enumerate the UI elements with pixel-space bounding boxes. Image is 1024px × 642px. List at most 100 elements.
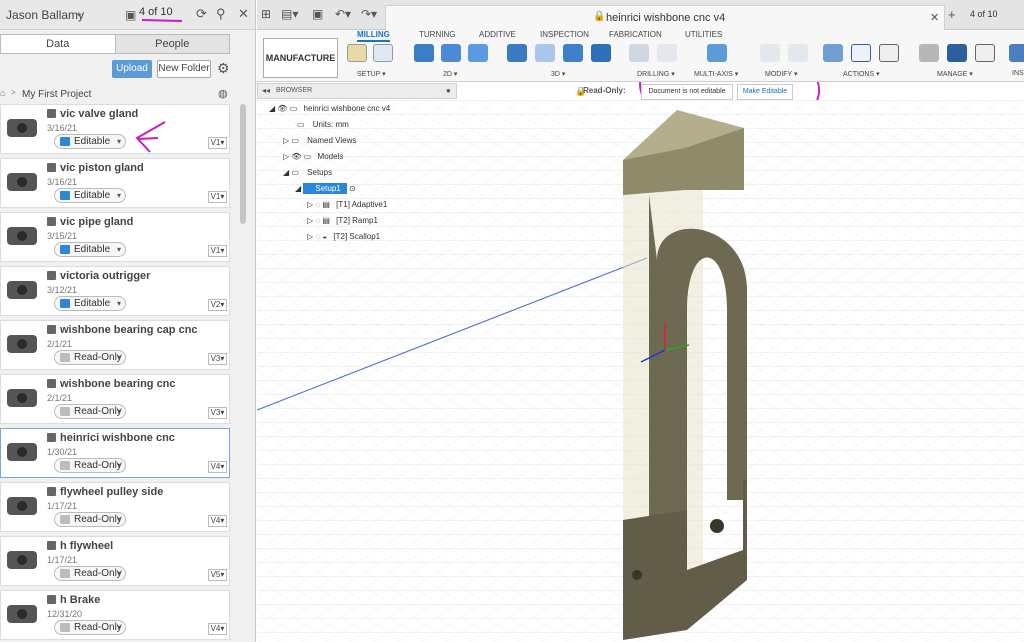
status-badge[interactable]: Read-Only ▾ xyxy=(54,512,126,527)
file-card[interactable]: vic valve gland 3/16/21 Editable ▾ V1▾ xyxy=(0,104,230,154)
group-2d[interactable]: 2D ▾ xyxy=(443,70,457,78)
document-tab[interactable]: 🔒 heinrici wishbone cnc v4 ✕ xyxy=(385,5,945,30)
file-card[interactable]: h Brake 12/31/20 Read-Only ▾ V4▾ xyxy=(0,590,230,640)
machine-library-icon[interactable] xyxy=(947,44,967,62)
setup-sheet-icon[interactable] xyxy=(373,44,393,62)
file-title[interactable]: flywheel pulley side xyxy=(47,486,163,498)
grid-menu-icon[interactable]: ⊞ xyxy=(261,7,271,21)
post-library-icon[interactable] xyxy=(975,44,995,62)
jobs-icon[interactable]: ▣ xyxy=(125,8,136,22)
file-thumbnail[interactable] xyxy=(3,541,41,579)
tab-milling[interactable]: MILLING xyxy=(357,30,390,42)
upload-button[interactable]: Upload xyxy=(112,60,152,78)
version-badge[interactable]: V1▾ xyxy=(208,191,227,203)
tab-fabrication[interactable]: FABRICATION xyxy=(609,30,662,39)
file-title[interactable]: h flywheel xyxy=(47,540,113,552)
group-3d[interactable]: 3D ▾ xyxy=(551,70,565,78)
status-badge[interactable]: Read-Only ▾ xyxy=(54,404,126,419)
status-badge[interactable]: Editable ▾ xyxy=(54,296,126,311)
file-card[interactable]: wishbone bearing cnc 2/1/21 Read-Only ▾ V3▾ xyxy=(0,374,230,424)
file-card[interactable]: vic pipe gland 3/15/21 Editable ▾ V1▾ xyxy=(0,212,230,262)
3d-pocket-icon[interactable] xyxy=(535,44,555,62)
file-title[interactable]: vic pipe gland xyxy=(47,216,133,228)
group-modify[interactable]: MODIFY ▾ xyxy=(765,70,798,78)
file-thumbnail[interactable] xyxy=(3,433,41,471)
3d-scallop-icon[interactable] xyxy=(591,44,611,62)
tree-units[interactable]: ▭ Units: mm xyxy=(297,120,349,134)
tab-people[interactable]: People xyxy=(114,35,229,53)
version-badge[interactable]: V1▾ xyxy=(208,137,227,149)
tab-additive[interactable]: ADDITIVE xyxy=(479,30,516,39)
hole-recognition-icon[interactable] xyxy=(657,44,677,62)
group-ins[interactable]: INS xyxy=(1012,70,1024,77)
status-badge[interactable]: Editable ▾ xyxy=(54,242,126,257)
2d-pocket-icon[interactable] xyxy=(441,44,461,62)
search-icon[interactable]: ⚲ xyxy=(216,6,226,22)
multi-axis-icon[interactable] xyxy=(707,44,727,62)
file-card[interactable]: victoria outrigger 3/12/21 Editable ▾ V2▾ xyxy=(0,266,230,316)
inspect-icon[interactable] xyxy=(1009,44,1024,62)
tree-models[interactable]: ▷ 👁 ▭ Models xyxy=(283,152,343,166)
close-icon[interactable]: ✕ xyxy=(238,6,249,22)
file-thumbnail[interactable] xyxy=(3,271,41,309)
browser-pin-icon[interactable]: ● xyxy=(446,84,451,98)
status-badge[interactable]: Read-Only ▾ xyxy=(54,458,126,473)
jobs-status[interactable]: 4 of 10 xyxy=(970,9,998,19)
version-badge[interactable]: V5▾ xyxy=(208,569,227,581)
group-drilling[interactable]: DRILLING ▾ xyxy=(637,70,675,78)
file-thumbnail[interactable] xyxy=(3,487,41,525)
face-icon[interactable] xyxy=(468,44,488,62)
collaborators-icon[interactable]: ◍ xyxy=(218,87,228,100)
file-title[interactable]: vic piston gland xyxy=(47,162,144,174)
group-setup[interactable]: SETUP ▾ xyxy=(357,70,386,78)
status-badge[interactable]: Editable ▾ xyxy=(54,188,126,203)
file-thumbnail[interactable] xyxy=(3,217,41,255)
tree-op-2[interactable]: ▷ ◌ ▤ [T2] Ramp1 xyxy=(307,216,378,230)
chevron-left-icon[interactable]: > xyxy=(11,88,16,97)
file-thumbnail[interactable] xyxy=(3,163,41,201)
file-thumbnail[interactable] xyxy=(3,595,41,633)
simulate-icon[interactable] xyxy=(823,44,843,62)
version-badge[interactable]: V3▾ xyxy=(208,407,227,419)
scrollbar[interactable] xyxy=(240,104,246,224)
tool-library-icon[interactable] xyxy=(919,44,939,62)
tree-setups[interactable]: ◢ ▭ Setups xyxy=(283,168,332,182)
delete-toolpath-icon[interactable] xyxy=(788,44,808,62)
3d-adaptive-icon[interactable] xyxy=(507,44,527,62)
group-multi-axis[interactable]: MULTI-AXIS ▾ xyxy=(694,70,738,78)
version-badge[interactable]: V2▾ xyxy=(208,299,227,311)
file-card[interactable]: flywheel pulley side 1/17/21 Read-Only ▾ V4▾ xyxy=(0,482,230,532)
file-title[interactable]: wishbone bearing cap cnc xyxy=(47,324,198,336)
file-card[interactable]: h flywheel 1/17/21 Read-Only ▾ V5▾ xyxy=(0,536,230,586)
file-card[interactable]: vic piston gland 3/16/21 Editable ▾ V1▾ xyxy=(0,158,230,208)
version-badge[interactable]: V4▾ xyxy=(208,623,227,635)
chevron-down-icon[interactable]: ⌄ xyxy=(75,8,83,19)
refresh-icon[interactable]: ⟳ xyxy=(196,6,207,22)
tree-root[interactable]: ◢ 👁 ▭ heinrici wishbone cnc v4 xyxy=(269,104,390,118)
file-title[interactable]: vic valve gland xyxy=(47,108,138,120)
close-tab-icon[interactable]: ✕ xyxy=(930,11,939,24)
new-setup-icon[interactable] xyxy=(347,44,367,62)
make-editable-button[interactable]: Make Editable xyxy=(737,84,793,100)
workspace-switcher[interactable]: MANUFACTURE ▾ xyxy=(263,38,338,101)
gear-icon[interactable]: ⚙ xyxy=(217,60,230,77)
group-manage[interactable]: MANAGE ▾ xyxy=(937,70,973,78)
user-name[interactable]: Jason Ballamy xyxy=(6,8,84,22)
breadcrumb-project[interactable]: My First Project xyxy=(22,89,91,100)
3d-contour-icon[interactable] xyxy=(563,44,583,62)
browser-panel-header[interactable]: ◂◂ BROWSER ● xyxy=(257,83,457,99)
file-title[interactable]: h Brake xyxy=(47,594,100,606)
version-badge[interactable]: V4▾ xyxy=(208,461,227,473)
tree-setup1[interactable]: ◢ Setup1 ⊙ xyxy=(295,183,356,198)
file-card[interactable]: wishbone bearing cap cnc 2/1/21 Read-Only ▾… xyxy=(0,320,230,370)
collapse-browser-icon[interactable]: ◂◂ xyxy=(262,84,270,98)
modify-icon[interactable] xyxy=(760,44,780,62)
redo-icon[interactable]: ↷▾ xyxy=(361,7,377,21)
tree-op-3[interactable]: ▷ ◌ ◒ [T2] Scallop1 xyxy=(307,232,380,246)
group-actions[interactable]: ACTIONS ▾ xyxy=(843,70,880,78)
tree-named-views[interactable]: ▷ ▭ Named Views xyxy=(283,136,356,150)
status-badge[interactable]: Read-Only ▾ xyxy=(54,566,126,581)
file-thumbnail[interactable] xyxy=(3,325,41,363)
status-badge[interactable]: Read-Only ▾ xyxy=(54,620,126,635)
version-badge[interactable]: V1▾ xyxy=(208,245,227,257)
